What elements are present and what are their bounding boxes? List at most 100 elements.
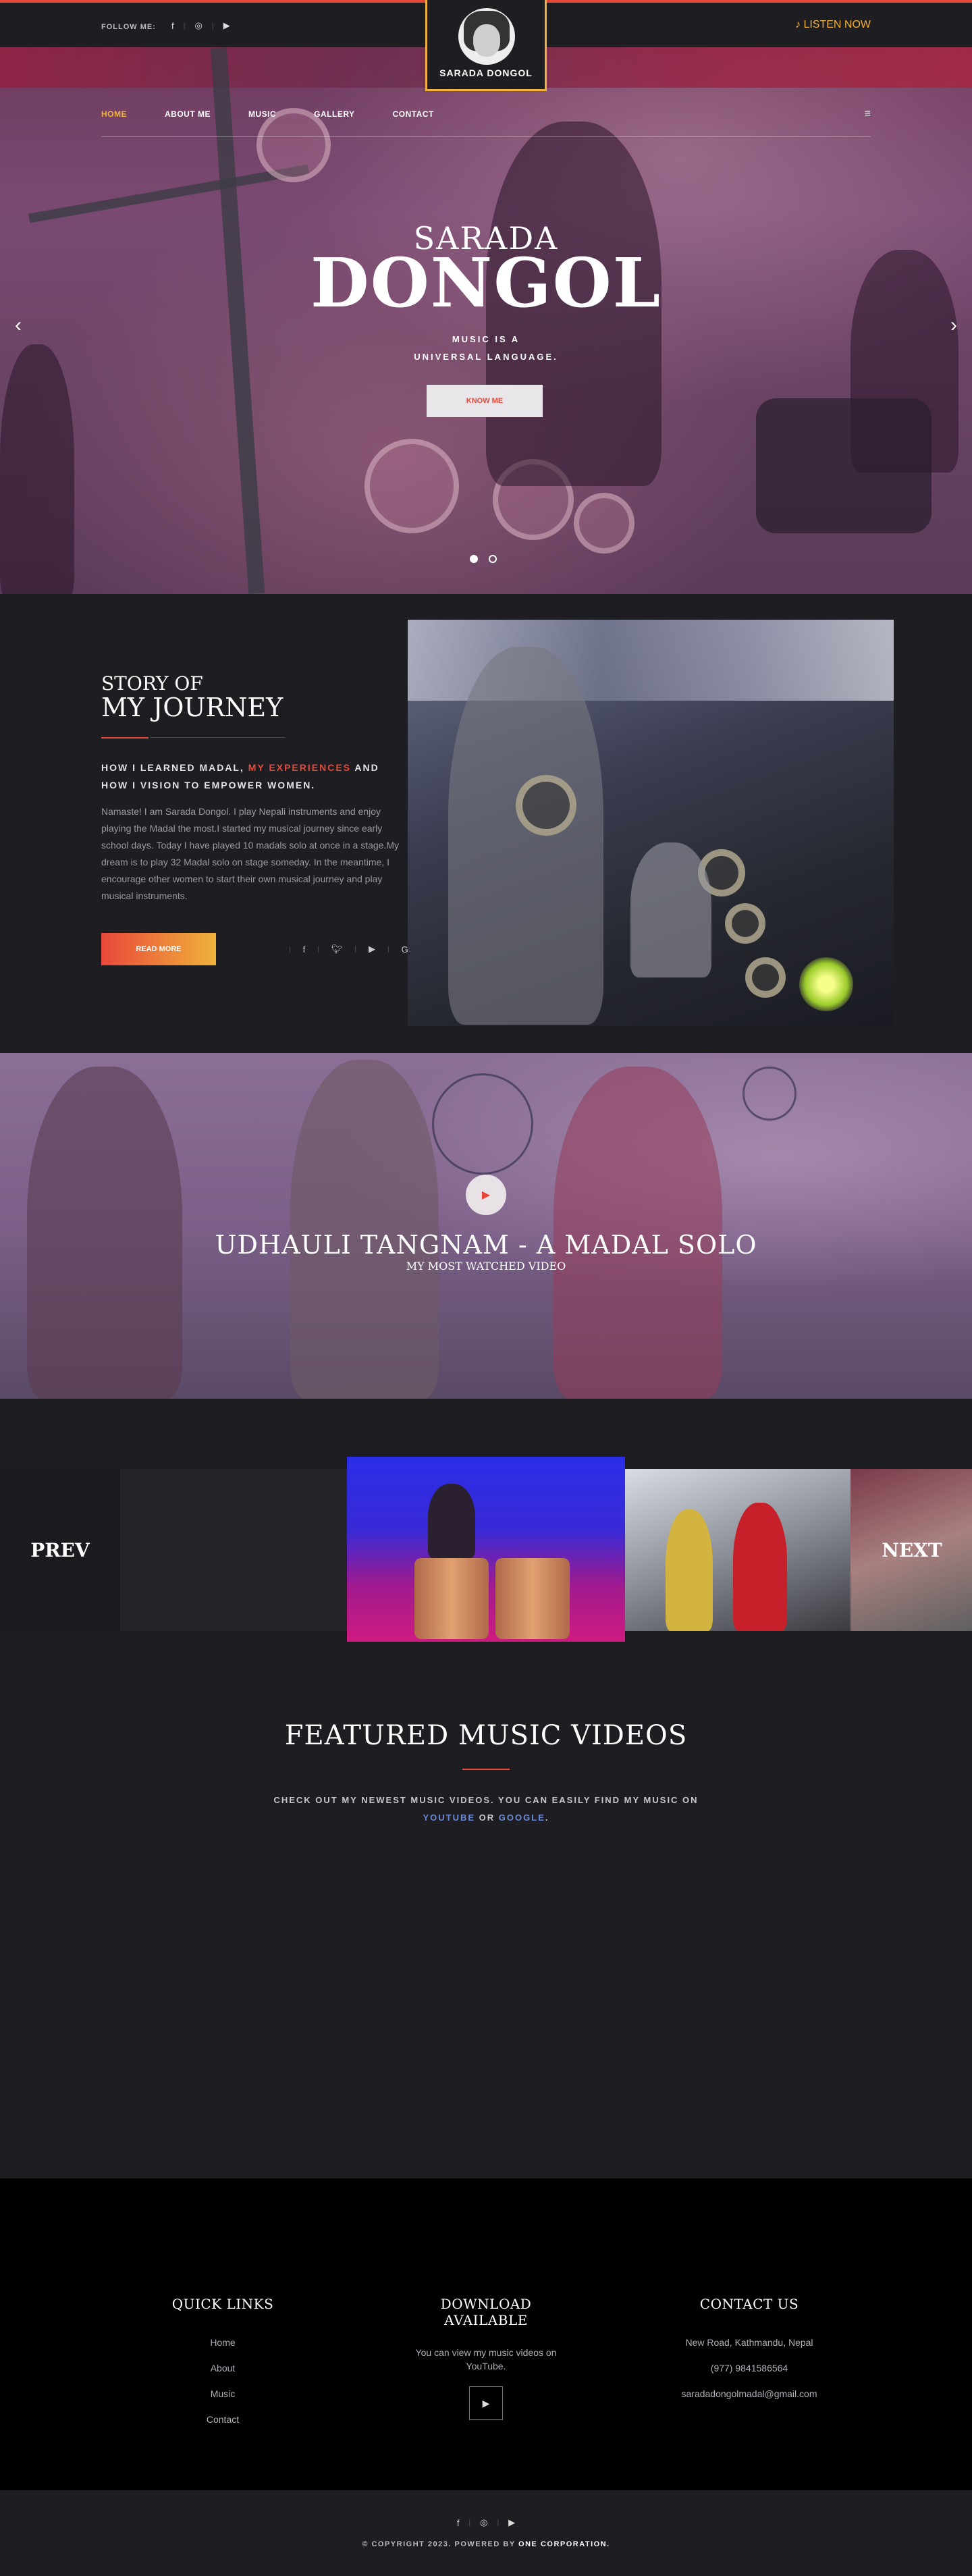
footer-link-contact[interactable]: Contact xyxy=(135,2407,310,2432)
google-link[interactable]: GOOGLE xyxy=(499,1813,545,1823)
footer-link-music[interactable]: Music xyxy=(135,2381,310,2407)
divider: | xyxy=(317,945,319,953)
gallery-next-button[interactable]: NEXT xyxy=(852,1469,972,1631)
listen-now-link[interactable]: ♪ LISTEN NOW xyxy=(795,19,871,31)
quick-links-column: QUICK LINKS Home About Music Contact xyxy=(135,2296,310,2432)
slider-dot[interactable] xyxy=(489,555,497,563)
backdrop-logo xyxy=(742,1067,796,1121)
nav-about-me[interactable]: ABOUT ME xyxy=(165,109,211,119)
audience-member xyxy=(0,344,74,594)
hero-slider: HOME ABOUT ME MUSIC GALLERY CONTACT ≡ SA… xyxy=(0,47,972,594)
video-subtitle: MY MOST WATCHED VIDEO xyxy=(406,1260,566,1272)
footer-link-home[interactable]: Home xyxy=(135,2330,310,2355)
download-column: DOWNLOAD AVAILABLE You can view my music… xyxy=(398,2296,574,2420)
logo-portrait xyxy=(458,8,515,65)
site-logo[interactable]: SARADA DONGOL xyxy=(425,0,547,91)
contact-email[interactable]: saradadongolmadal@gmail.com xyxy=(662,2381,837,2407)
download-text: You can view my music videos on YouTube. xyxy=(415,2347,557,2371)
drum xyxy=(256,108,331,182)
footer: QUICK LINKS Home About Music Contact DOW… xyxy=(0,2178,972,2490)
featured-desc-line: CHECK OUT MY NEWEST MUSIC VIDEOS. YOU CA… xyxy=(273,1795,699,1805)
top-social-links: f | ◎ | ▶ xyxy=(171,20,230,31)
chair xyxy=(756,398,932,533)
gallery-slide[interactable] xyxy=(625,1469,850,1631)
facebook-icon[interactable]: f xyxy=(303,944,306,955)
music-note-icon: ♪ xyxy=(794,19,804,30)
video-banner: ▶ UDHAULI TANGNAM - A MADAL SOLO MY MOST… xyxy=(0,1053,972,1399)
download-title: DOWNLOAD AVAILABLE xyxy=(440,2296,532,2328)
divider: | xyxy=(497,2519,500,2527)
main-nav: HOME ABOUT ME MUSIC GALLERY CONTACT xyxy=(101,109,472,119)
divider: | xyxy=(183,22,186,30)
read-more-button[interactable]: READ MORE xyxy=(101,933,216,965)
featured-description: CHECK OUT MY NEWEST MUSIC VIDEOS. YOU CA… xyxy=(0,1792,972,1827)
youtube-icon[interactable]: ▶ xyxy=(469,2386,503,2420)
logo-name: SARADA DONGOL xyxy=(439,68,533,78)
gallery-prev-button[interactable]: PREV xyxy=(0,1469,120,1631)
youtube-icon[interactable]: ▶ xyxy=(223,20,230,31)
bottom-bar: f | ◎ | ▶ © COPYRIGHT 2023. POWERED BY O… xyxy=(0,2490,972,2576)
twitter-icon[interactable]: 🐦︎ xyxy=(331,944,343,955)
divider: | xyxy=(289,945,291,953)
video-title: UDHAULI TANGNAM - A MADAL SOLO xyxy=(215,1230,757,1260)
quick-links-title: QUICK LINKS xyxy=(171,2296,274,2312)
hero-sub-line1: MUSIC IS A xyxy=(452,334,520,344)
story-title-big: MY JOURNEY xyxy=(101,693,284,722)
instagram-icon[interactable]: ◎ xyxy=(194,20,202,31)
prev-slide-arrow-icon[interactable]: ‹ xyxy=(15,314,22,337)
slider-dot[interactable] xyxy=(470,555,478,563)
facebook-icon[interactable]: f xyxy=(171,21,174,31)
mic-boom xyxy=(28,164,310,223)
divider: | xyxy=(354,945,356,953)
follow-label: FOLLOW ME: xyxy=(101,23,156,31)
next-slide-arrow-icon[interactable]: › xyxy=(950,314,957,337)
hero-title-big: DONGOL xyxy=(310,243,662,323)
featured-desc-or: OR xyxy=(475,1813,499,1823)
title-underline-rest xyxy=(150,737,285,738)
story-body: Namaste! I am Sarada Dongol. I play Nepa… xyxy=(101,806,400,901)
story-lead-part1: HOW I LEARNED MADAL, xyxy=(101,762,244,773)
story-title-small: STORY OF xyxy=(101,672,203,695)
drum xyxy=(574,493,634,554)
nav-divider xyxy=(101,136,871,137)
title-underline xyxy=(101,737,148,739)
contact-phone[interactable]: (977) 9841586564 xyxy=(662,2355,837,2381)
nav-gallery[interactable]: GALLERY xyxy=(314,109,354,119)
title-underline xyxy=(462,1769,510,1770)
youtube-icon[interactable]: ▶ xyxy=(369,944,375,955)
youtube-link[interactable]: YOUTUBE xyxy=(423,1813,476,1823)
story-social-links: | f | 🐦︎ | ▶ | G xyxy=(289,944,408,955)
drum xyxy=(364,439,459,533)
divider: | xyxy=(211,22,214,30)
contact-title: CONTACT US xyxy=(699,2296,799,2312)
gallery-slider: PREV NEXT xyxy=(0,1399,972,1642)
menu-icon[interactable]: ≡ xyxy=(865,108,871,120)
copyright-text: © COPYRIGHT 2023. POWERED BY xyxy=(362,2540,516,2548)
gallery-slide[interactable] xyxy=(347,1457,625,1642)
listen-now-label: LISTEN NOW xyxy=(803,19,871,30)
backdrop-logo xyxy=(432,1073,533,1175)
featured-videos-section: FEATURED MUSIC VIDEOS CHECK OUT MY NEWES… xyxy=(0,1642,972,2178)
story-lead-highlight: MY EXPERIENCES xyxy=(248,762,352,773)
youtube-icon[interactable]: ▶ xyxy=(508,2517,515,2528)
nav-contact[interactable]: CONTACT xyxy=(393,109,434,119)
copyright-brand[interactable]: ONE CORPORATION. xyxy=(518,2540,610,2548)
hero-subtitle: MUSIC IS A UNIVERSAL LANGUAGE. xyxy=(0,331,972,366)
slider-dots xyxy=(470,555,497,563)
copyright: © COPYRIGHT 2023. POWERED BY ONE CORPORA… xyxy=(0,2540,972,2548)
featured-desc-period: . xyxy=(545,1813,549,1823)
play-button-icon[interactable]: ▶ xyxy=(466,1175,506,1215)
divider: | xyxy=(468,2519,471,2527)
bottom-social-links: f | ◎ | ▶ xyxy=(0,2517,972,2528)
divider: | xyxy=(387,945,389,953)
featured-title: FEATURED MUSIC VIDEOS xyxy=(284,1720,688,1751)
footer-link-about[interactable]: About xyxy=(135,2355,310,2381)
person xyxy=(290,1060,439,1399)
instagram-icon[interactable]: ◎ xyxy=(480,2517,487,2528)
story-photo xyxy=(408,620,894,1026)
nav-music[interactable]: MUSIC xyxy=(248,109,276,119)
contact-address: New Road, Kathmandu, Nepal xyxy=(685,2337,813,2348)
facebook-icon[interactable]: f xyxy=(457,2518,460,2528)
know-me-button[interactable]: KNOW ME xyxy=(427,385,543,417)
nav-home[interactable]: HOME xyxy=(101,109,127,119)
